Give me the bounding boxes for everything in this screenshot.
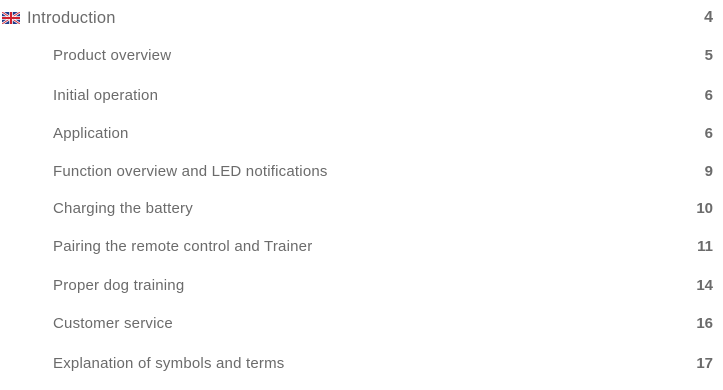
toc-entry-page: 10 <box>696 200 713 217</box>
toc-entry-page: 9 <box>704 163 713 180</box>
toc-entry-title: Charging the battery <box>53 200 193 217</box>
toc-entry-page: 6 <box>704 87 713 104</box>
toc-entry-explanation-of-symbols[interactable]: Explanation of symbols and terms 17 <box>53 352 713 376</box>
toc-entry-title: Initial operation <box>53 87 159 104</box>
toc-entry-page: 17 <box>696 355 713 372</box>
toc-entry-page: 14 <box>696 277 713 294</box>
toc-entry-page: 6 <box>704 125 713 142</box>
toc-entry-title: Introduction <box>27 9 116 27</box>
toc-entry-title: Customer service <box>53 315 173 332</box>
toc-entry-page: 11 <box>697 238 713 255</box>
toc-entry-title: Product overview <box>53 47 172 64</box>
toc-entry-introduction[interactable]: Introduction 4 <box>27 6 713 30</box>
toc-entry-page: 5 <box>704 47 713 64</box>
table-of-contents: Introduction 4 Product overview 5 Initia… <box>0 0 723 390</box>
toc-entry-product-overview[interactable]: Product overview 5 <box>53 44 713 68</box>
toc-entry-function-overview[interactable]: Function overview and LED notifications … <box>53 160 713 184</box>
toc-entry-charging-the-battery[interactable]: Charging the battery 10 <box>53 197 713 221</box>
toc-entry-title: Pairing the remote control and Trainer <box>53 238 313 255</box>
toc-entry-application[interactable]: Application 6 <box>53 122 713 146</box>
toc-entry-proper-dog-training[interactable]: Proper dog training 14 <box>53 274 713 298</box>
toc-entry-page: 4 <box>704 9 713 26</box>
uk-flag-icon <box>2 12 20 24</box>
toc-entry-customer-service[interactable]: Customer service 16 <box>53 312 713 336</box>
toc-entry-title: Proper dog training <box>53 277 185 294</box>
toc-entry-title: Explanation of symbols and terms <box>53 355 285 372</box>
toc-entry-title: Application <box>53 125 129 142</box>
toc-entry-pairing[interactable]: Pairing the remote control and Trainer 1… <box>53 235 713 259</box>
toc-entry-page: 16 <box>696 315 713 332</box>
toc-entry-title: Function overview and LED notifications <box>53 163 328 180</box>
toc-entry-initial-operation[interactable]: Initial operation 6 <box>53 84 713 108</box>
